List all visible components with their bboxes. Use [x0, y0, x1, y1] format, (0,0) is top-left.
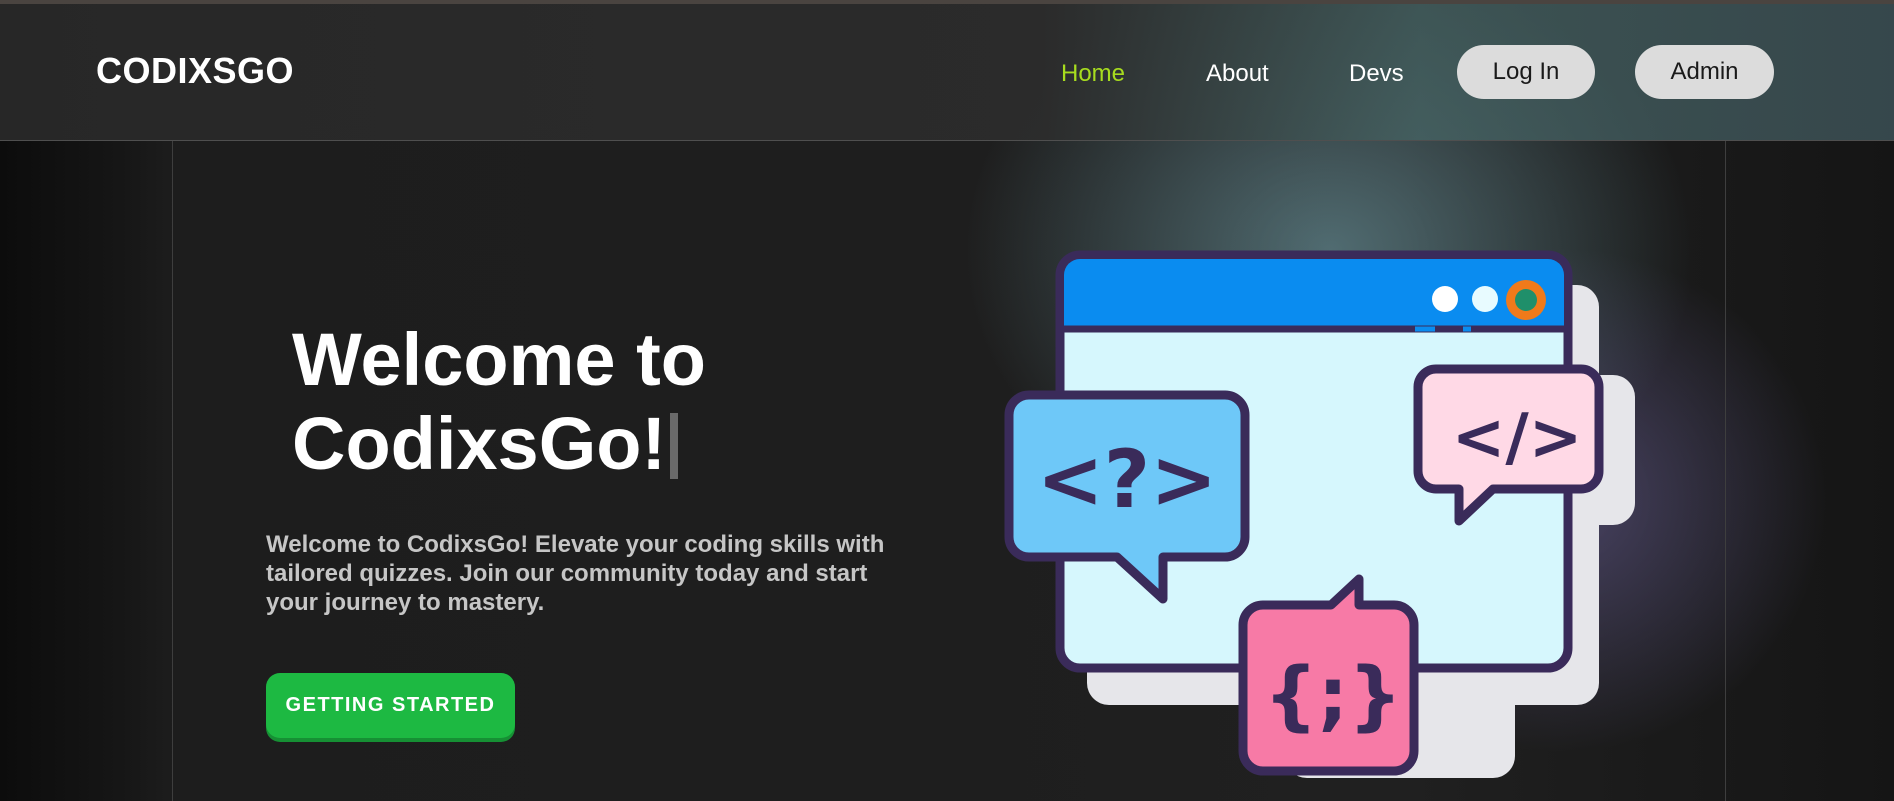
question-bubble-text: <?>	[1037, 433, 1217, 526]
admin-button[interactable]: Admin	[1635, 45, 1774, 99]
hero-title-line1: Welcome to	[292, 318, 706, 401]
nav-devs-link[interactable]: Devs	[1349, 60, 1404, 88]
window-dot-3-inner	[1515, 289, 1537, 311]
coding-illustration: <?> </> {;}	[1004, 250, 1635, 778]
getting-started-button[interactable]: GETTING STARTED	[266, 673, 515, 738]
page: CODIXSGO Home About Devs Log In Admin We…	[0, 0, 1894, 801]
hero-title-line2: CodixsGo!	[292, 402, 667, 485]
typing-caret	[670, 413, 679, 479]
hero-title: Welcome to CodixsGo!	[292, 318, 852, 486]
navbar: CODIXSGO Home About Devs Log In Admin	[0, 4, 1894, 141]
nav-about-link[interactable]: About	[1206, 60, 1269, 88]
window-dot-2	[1472, 286, 1498, 312]
window-dot-1	[1432, 286, 1458, 312]
hero-description: Welcome to CodixsGo! Elevate your coding…	[266, 531, 885, 616]
login-button[interactable]: Log In	[1457, 45, 1595, 99]
site-logo[interactable]: CODIXSGO	[96, 50, 294, 92]
braces-bubble-text: {;}	[1264, 650, 1403, 739]
content-frame-right	[1725, 141, 1726, 801]
nav-home-link[interactable]: Home	[1061, 60, 1125, 88]
code-bubble-text: </>	[1452, 401, 1583, 475]
content-frame-left	[172, 141, 173, 801]
